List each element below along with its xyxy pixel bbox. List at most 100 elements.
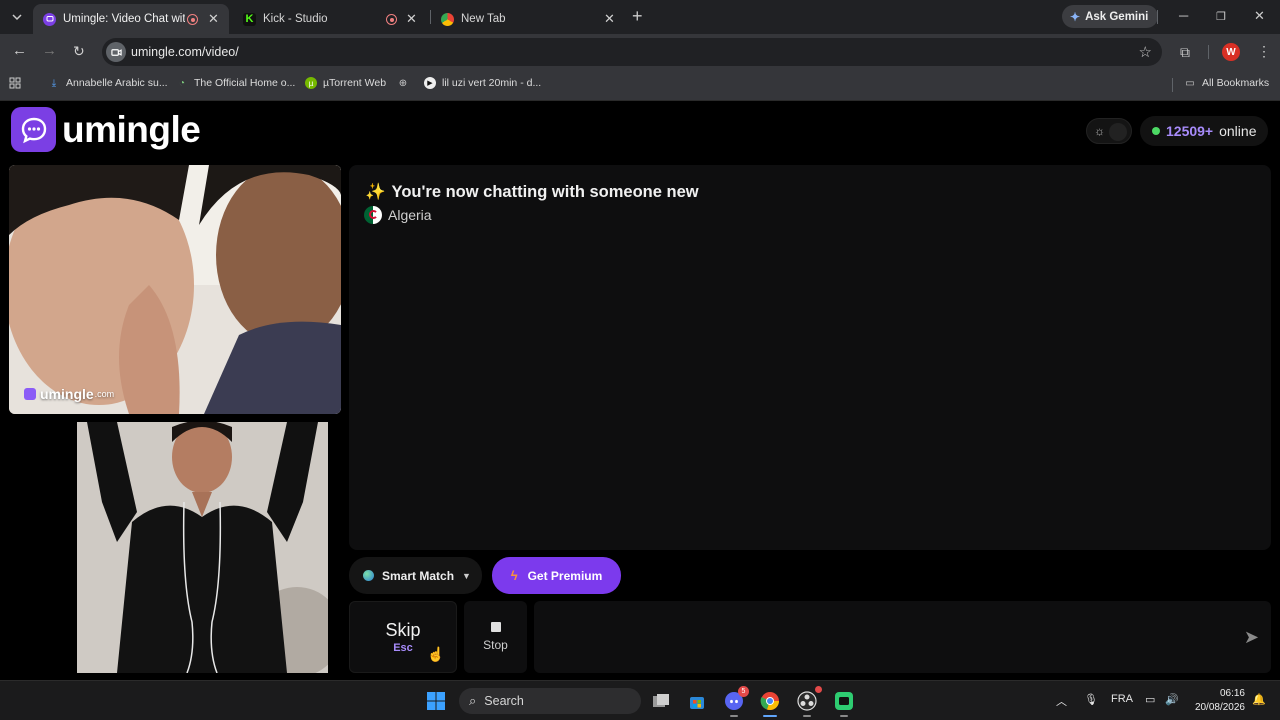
online-counter: 12509+ online: [1140, 116, 1269, 146]
bookmark-star-icon[interactable]: ☆: [1139, 43, 1152, 61]
stop-label: Stop: [483, 638, 508, 652]
bookmark-item[interactable]: ⊕: [397, 77, 415, 89]
discord-icon[interactable]: 5: [722, 686, 749, 717]
globe-icon: ⊕: [398, 77, 408, 89]
tab-title: Umingle: Video Chat with St: [63, 13, 185, 25]
tab-separator: [1157, 10, 1158, 24]
watermark-text: umingle: [40, 386, 94, 402]
profile-avatar[interactable]: W: [1222, 43, 1240, 61]
watermark-logo-icon: [24, 388, 36, 400]
discord-badge: 5: [738, 686, 749, 697]
umingle-logo[interactable]: umingle: [11, 107, 201, 152]
clock-date: 20/08/2026: [1194, 702, 1245, 713]
bookmark-item[interactable]: ▶ lil uzi vert 20min - d...: [424, 77, 541, 89]
bookmarks-bar: ⤓ Annabelle Arabic su... ◔ The Official …: [0, 70, 1280, 101]
taskbar-search[interactable]: ⌕ Search: [459, 688, 641, 714]
close-window-icon[interactable]: ✕: [1254, 8, 1265, 24]
bookmark-item[interactable]: ◔ The Official Home o...: [176, 77, 295, 89]
close-tab-icon[interactable]: ✕: [406, 11, 417, 27]
get-premium-button[interactable]: ϟ Get Premium: [492, 557, 621, 594]
remote-video-frame: [9, 165, 341, 414]
network-icon[interactable]: ▭: [1145, 693, 1155, 706]
show-hidden-icons-caret[interactable]: ︿: [1056, 693, 1067, 709]
bookmark-item[interactable]: µ µTorrent Web: [305, 77, 386, 89]
task-view-icon[interactable]: [649, 689, 673, 713]
running-indicator: [803, 715, 811, 717]
all-bookmarks-label: All Bookmarks: [1202, 77, 1270, 89]
smart-match-dropdown[interactable]: Smart Match ▼: [349, 557, 482, 594]
windows-start-icon[interactable]: [424, 689, 448, 713]
sun-icon: ☼: [1094, 124, 1105, 138]
bookmark-label: lil uzi vert 20min - d...: [442, 77, 542, 89]
skip-shortcut: Esc: [393, 642, 413, 654]
tab-kick-studio[interactable]: K Kick - Studio ✕: [233, 4, 429, 34]
address-bar[interactable]: umingle.com/video/ ☆: [102, 38, 1162, 66]
recording-icon: [187, 14, 198, 25]
umingle-favicon-icon: [43, 12, 56, 26]
ask-gemini-button[interactable]: ✦ Ask Gemini: [1062, 5, 1159, 28]
site-info-icon[interactable]: [106, 42, 126, 62]
tab-new-tab[interactable]: New Tab ✕: [431, 4, 627, 34]
get-premium-label: Get Premium: [527, 568, 603, 583]
restore-icon[interactable]: ❐: [1216, 10, 1226, 23]
volume-icon[interactable]: 🔊: [1165, 693, 1179, 706]
bookmark-item[interactable]: ⤓ Annabelle Arabic su...: [48, 77, 168, 89]
minimize-icon[interactable]: ─: [1179, 8, 1188, 23]
notification-bell-icon[interactable]: 🔔: [1252, 693, 1266, 706]
apps-grid-icon[interactable]: [9, 77, 21, 89]
utorrent-icon: µ: [305, 77, 317, 89]
download-arrow-icon: ⤓: [51, 77, 57, 89]
streaming-app-icon[interactable]: [832, 689, 856, 717]
system-clock[interactable]: 06:16 20/08/2026: [1190, 687, 1245, 715]
extensions-puzzle-icon[interactable]: ⧉: [1180, 44, 1190, 61]
new-tab-plus-icon[interactable]: +: [632, 7, 643, 25]
ask-gemini-label: Ask Gemini: [1085, 10, 1149, 23]
chrome-icon[interactable]: [758, 689, 782, 717]
tab-search-button[interactable]: [6, 6, 28, 28]
local-video: [77, 422, 328, 673]
toolbar-separator: [1208, 45, 1209, 59]
theme-toggle[interactable]: ☼: [1086, 118, 1132, 144]
send-icon[interactable]: ➤: [1244, 627, 1259, 648]
online-label: online: [1219, 123, 1257, 139]
caret-down-icon: ▼: [462, 570, 471, 581]
windows-taskbar: ⌕ Search 5 ︿ 🎙 FRA ▭ 🔊 06:16 20/08/2026 …: [0, 680, 1280, 720]
play-icon: ▶: [424, 77, 436, 89]
running-indicator: [730, 715, 738, 717]
microsoft-store-icon[interactable]: [685, 689, 709, 713]
forward-arrow-icon[interactable]: →: [42, 43, 57, 59]
umingle-page: umingle ☼ 12509+ online umingle .com ✨ Y…: [0, 101, 1280, 680]
close-tab-icon[interactable]: ✕: [604, 11, 615, 27]
kick-favicon-icon: K: [243, 12, 256, 26]
message-input[interactable]: ➤: [534, 601, 1271, 673]
microphone-icon[interactable]: 🎙: [1084, 693, 1098, 706]
folder-icon: ▭: [1185, 77, 1195, 89]
online-count: 12509+: [1166, 123, 1214, 139]
active-indicator: [763, 715, 777, 717]
local-video-frame: [77, 422, 328, 673]
logo-text: umingle: [62, 108, 201, 150]
chevron-down-icon: [12, 14, 22, 21]
tab-umingle[interactable]: Umingle: Video Chat with St ✕: [33, 4, 229, 34]
bookmark-label: The Official Home o...: [194, 77, 296, 89]
chat-status-header: ✨ You're now chatting with someone new: [365, 183, 699, 202]
toggle-knob: [1109, 123, 1127, 141]
partner-country: Algeria: [364, 206, 432, 224]
search-icon: ⌕: [469, 693, 477, 708]
screen: Umingle: Video Chat with St ✕ K Kick - S…: [0, 0, 1280, 720]
language-indicator[interactable]: FRA: [1111, 693, 1133, 705]
reload-icon[interactable]: ↻: [73, 43, 85, 59]
bookmark-label: µTorrent Web: [323, 77, 387, 89]
stop-button[interactable]: Stop: [464, 601, 527, 673]
back-arrow-icon[interactable]: ←: [12, 43, 27, 59]
umingle-watermark: umingle .com: [24, 386, 114, 402]
algeria-flag-icon: [364, 206, 382, 224]
clock-time: 06:16: [1219, 688, 1245, 699]
obs-icon[interactable]: [795, 686, 822, 717]
close-tab-icon[interactable]: ✕: [208, 11, 219, 27]
remote-video: umingle .com: [9, 165, 341, 414]
more-menu-icon[interactable]: ⋮: [1257, 43, 1271, 60]
smart-match-label: Smart Match: [382, 568, 455, 583]
all-bookmarks-button[interactable]: ▭ All Bookmarks: [1184, 77, 1269, 89]
browser-toolbar: ← → ↻ umingle.com/video/ ☆ ⧉ W ⋮: [0, 34, 1280, 70]
